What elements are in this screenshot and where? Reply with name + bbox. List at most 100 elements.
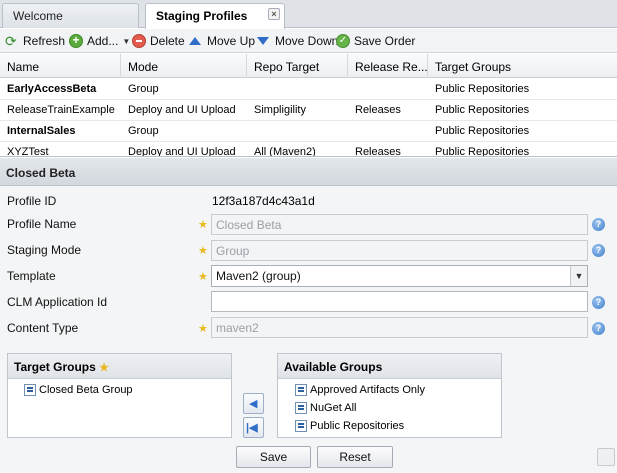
cell-mode: Deploy and UI Upload xyxy=(128,146,236,157)
tab-staging-profiles[interactable]: Staging Profiles × xyxy=(145,3,285,29)
profile-id-value: 12f3a187d4c43a1d xyxy=(212,194,315,208)
cell-target-groups: Public Repositories xyxy=(435,83,530,95)
help-icon[interactable]: ? xyxy=(592,218,605,231)
cell-target-groups: Public Repositories xyxy=(435,104,530,116)
column-header-target-groups[interactable]: Target Groups xyxy=(428,54,617,78)
list-item[interactable]: NuGet All xyxy=(295,400,356,416)
arrow-down-icon xyxy=(257,37,269,45)
grid-header: Name Mode Repo Target Release Re... Targ… xyxy=(0,54,617,78)
cell-repo-target xyxy=(247,121,348,142)
delete-icon xyxy=(132,34,146,48)
list-item-label: Closed Beta Group xyxy=(39,384,133,396)
cell-repo-target: Simpligility xyxy=(254,104,306,116)
template-selected-value: Maven2 (group) xyxy=(216,269,301,283)
add-label: Add... xyxy=(87,34,119,48)
clm-application-id-label: CLM Application Id xyxy=(7,295,108,309)
cell-name: EarlyAccessBeta xyxy=(7,83,97,95)
required-star-icon: ★ xyxy=(198,219,208,231)
move-up-label: Move Up xyxy=(207,34,256,48)
target-groups-title-text: Target Groups xyxy=(14,360,96,374)
refresh-icon: ⟳ xyxy=(5,33,17,49)
cell-mode: Group xyxy=(128,125,159,137)
arrow-first-icon: |◀ xyxy=(246,422,258,434)
required-star-icon: ★ xyxy=(198,323,208,335)
table-row[interactable]: InternalSales Group Public Repositories xyxy=(0,121,617,142)
save-order-button[interactable]: ✓ Save Order xyxy=(336,32,415,50)
target-groups-box: Target Groups ★ Closed Beta Group xyxy=(7,353,232,438)
available-groups-box: Available Groups Approved Artifacts Only… xyxy=(277,353,502,438)
cell-release-repo xyxy=(348,79,428,100)
delete-label: Delete xyxy=(150,34,185,48)
group-icon xyxy=(295,420,307,432)
arrow-left-icon: ◀ xyxy=(249,398,258,410)
required-star-icon: ★ xyxy=(99,362,110,374)
profile-name-label: Profile Name xyxy=(7,217,77,231)
move-down-label: Move Down xyxy=(275,34,339,48)
template-select[interactable]: Maven2 (group) ▼ xyxy=(211,265,588,287)
refresh-button[interactable]: ⟳ Refresh xyxy=(5,32,65,50)
cell-mode: Deploy and UI Upload xyxy=(128,104,236,116)
cell-mode: Group xyxy=(128,83,159,95)
table-row[interactable]: EarlyAccessBeta Group Public Repositorie… xyxy=(0,79,617,100)
cell-release-repo: Releases xyxy=(355,146,401,157)
grid-divider[interactable] xyxy=(0,156,617,157)
profile-id-label: Profile ID xyxy=(7,194,57,208)
cell-name: ReleaseTrainExample xyxy=(7,104,115,116)
profile-name-field[interactable]: Closed Beta xyxy=(211,214,588,235)
cell-release-repo xyxy=(348,121,428,142)
list-item-label: NuGet All xyxy=(310,402,357,414)
list-item[interactable]: Approved Artifacts Only xyxy=(295,382,425,398)
checkmark-icon: ✓ xyxy=(336,34,350,48)
tab-welcome-label: Welcome xyxy=(13,9,63,23)
save-button[interactable]: Save xyxy=(236,446,311,468)
staging-mode-field[interactable]: Group xyxy=(211,240,588,261)
cell-name: InternalSales xyxy=(7,125,76,137)
chevron-down-icon[interactable]: ▼ xyxy=(570,266,587,286)
close-icon[interactable]: × xyxy=(268,8,280,20)
move-left-button[interactable]: ◀ xyxy=(243,393,264,414)
save-order-label: Save Order xyxy=(354,34,416,48)
content-type-label: Content Type xyxy=(7,321,79,335)
help-icon[interactable]: ? xyxy=(592,244,605,257)
table-row[interactable]: ReleaseTrainExample Deploy and UI Upload… xyxy=(0,100,617,121)
chevron-down-icon: ▼ xyxy=(122,36,131,46)
column-header-name[interactable]: Name xyxy=(0,54,121,78)
template-label: Template xyxy=(7,269,56,283)
available-groups-title: Available Groups xyxy=(278,354,501,379)
move-up-button[interactable]: Move Up xyxy=(187,32,255,50)
toolbar: ⟳ Refresh + Add... ▼ Delete Move Up Move… xyxy=(0,29,617,53)
target-groups-title: Target Groups ★ xyxy=(8,354,231,379)
list-item-label: Approved Artifacts Only xyxy=(310,384,425,396)
delete-button[interactable]: Delete xyxy=(132,32,185,50)
column-header-mode[interactable]: Mode xyxy=(121,54,247,78)
cell-target-groups: Public Repositories xyxy=(435,146,530,157)
refresh-label: Refresh xyxy=(23,34,66,48)
resize-handle-icon[interactable] xyxy=(597,448,615,466)
clm-application-id-field[interactable] xyxy=(211,291,588,312)
arrow-up-icon xyxy=(189,37,201,45)
column-header-repo-target[interactable]: Repo Target xyxy=(247,54,348,78)
help-icon[interactable]: ? xyxy=(592,322,605,335)
cell-name: XYZTest xyxy=(7,146,49,157)
required-star-icon: ★ xyxy=(198,271,208,283)
group-icon xyxy=(24,384,36,396)
add-button[interactable]: + Add... ▼ xyxy=(69,32,130,50)
tab-welcome[interactable]: Welcome xyxy=(2,3,139,28)
reset-button[interactable]: Reset xyxy=(317,446,393,468)
required-star-icon: ★ xyxy=(198,245,208,257)
staging-mode-label: Staging Mode xyxy=(7,243,82,257)
content-type-field[interactable]: maven2 xyxy=(211,317,588,338)
list-item[interactable]: Public Repositories xyxy=(295,418,404,434)
group-icon xyxy=(295,402,307,414)
list-item[interactable]: Closed Beta Group xyxy=(24,382,133,398)
cell-repo-target xyxy=(247,79,348,100)
list-item-label: Public Repositories xyxy=(310,420,405,432)
group-icon xyxy=(295,384,307,396)
column-header-release-repo[interactable]: Release Re... xyxy=(348,54,428,78)
move-all-left-button[interactable]: |◀ xyxy=(243,417,264,438)
move-down-button[interactable]: Move Down xyxy=(255,32,338,50)
table-row[interactable]: XYZTest Deploy and UI Upload All (Maven2… xyxy=(0,142,617,157)
help-icon[interactable]: ? xyxy=(592,296,605,309)
staging-profiles-grid: Name Mode Repo Target Release Re... Targ… xyxy=(0,54,617,157)
add-icon: + xyxy=(69,34,83,48)
